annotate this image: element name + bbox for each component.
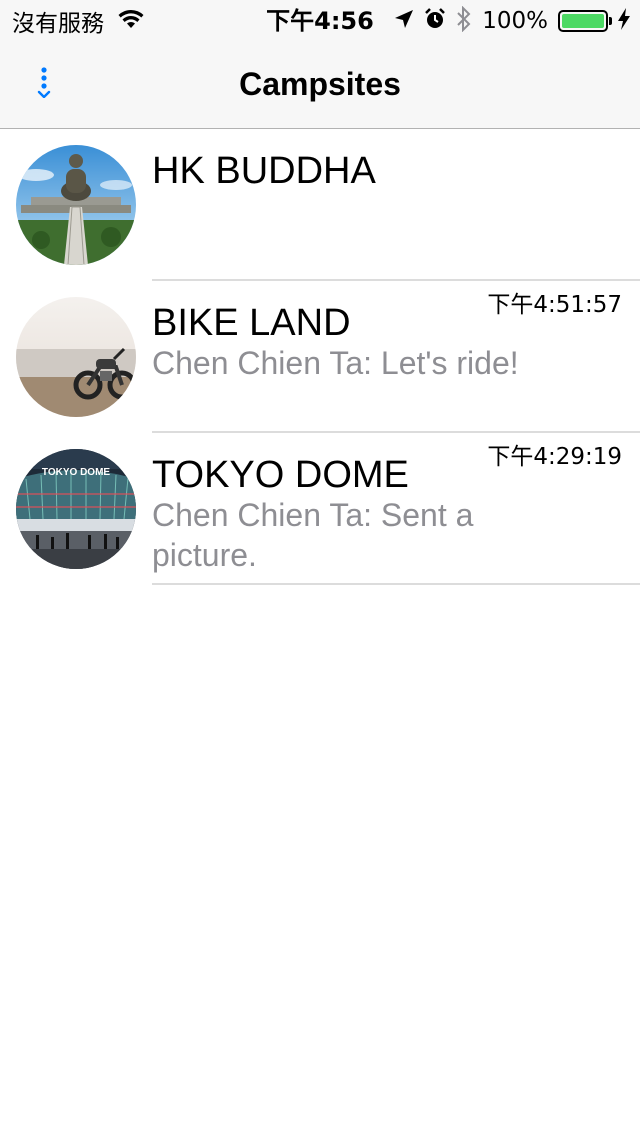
buddha-statue-image bbox=[16, 145, 136, 265]
tokyo-dome-sign: TOKYO DOME bbox=[42, 467, 110, 478]
campsite-name: HK BUDDHA bbox=[152, 150, 376, 192]
avatar-tokyo-dome: TOKYO DOME bbox=[16, 449, 136, 569]
campsite-last-message: Chen Chien Ta: Let's ride! bbox=[152, 345, 519, 381]
tokyo-dome-image: TOKYO DOME bbox=[16, 449, 136, 569]
bluetooth-icon bbox=[456, 5, 472, 37]
battery-icon bbox=[558, 10, 612, 32]
campsite-list: HK BUDDHA BIKE LAND 下午4:51:57 Chen Chien… bbox=[0, 129, 640, 585]
status-right: 100% bbox=[394, 5, 630, 37]
campsite-time: 下午4:51:57 bbox=[487, 292, 622, 318]
avatar-bike-land bbox=[16, 297, 136, 417]
avatar-buddha bbox=[16, 145, 136, 265]
battery-fill bbox=[562, 14, 604, 28]
charging-bolt-icon bbox=[618, 7, 630, 35]
row-separator bbox=[152, 583, 640, 585]
list-item-tokyo-dome[interactable]: TOKYO DOME TOKYO DOME 下午4:29:19 Chen Chi… bbox=[0, 433, 640, 585]
campsite-name: BIKE LAND bbox=[152, 302, 351, 344]
navigation-bar: Campsites bbox=[0, 40, 640, 129]
list-item-hk-buddha[interactable]: HK BUDDHA bbox=[0, 129, 640, 281]
campsite-name: TOKYO DOME bbox=[152, 454, 409, 496]
motorcycle-image bbox=[16, 297, 136, 417]
location-arrow-icon bbox=[394, 9, 414, 34]
list-item-bike-land[interactable]: BIKE LAND 下午4:51:57 Chen Chien Ta: Let's… bbox=[0, 281, 640, 433]
campsite-time: 下午4:29:19 bbox=[487, 444, 622, 470]
alarm-icon bbox=[424, 7, 446, 35]
status-bar: 沒有服務 下午4:56 100% bbox=[0, 0, 640, 40]
campsite-last-message: Chen Chien Ta: Sent a picture. bbox=[152, 497, 474, 573]
page-title: Campsites bbox=[239, 66, 401, 102]
battery-percent: 100% bbox=[482, 8, 548, 34]
